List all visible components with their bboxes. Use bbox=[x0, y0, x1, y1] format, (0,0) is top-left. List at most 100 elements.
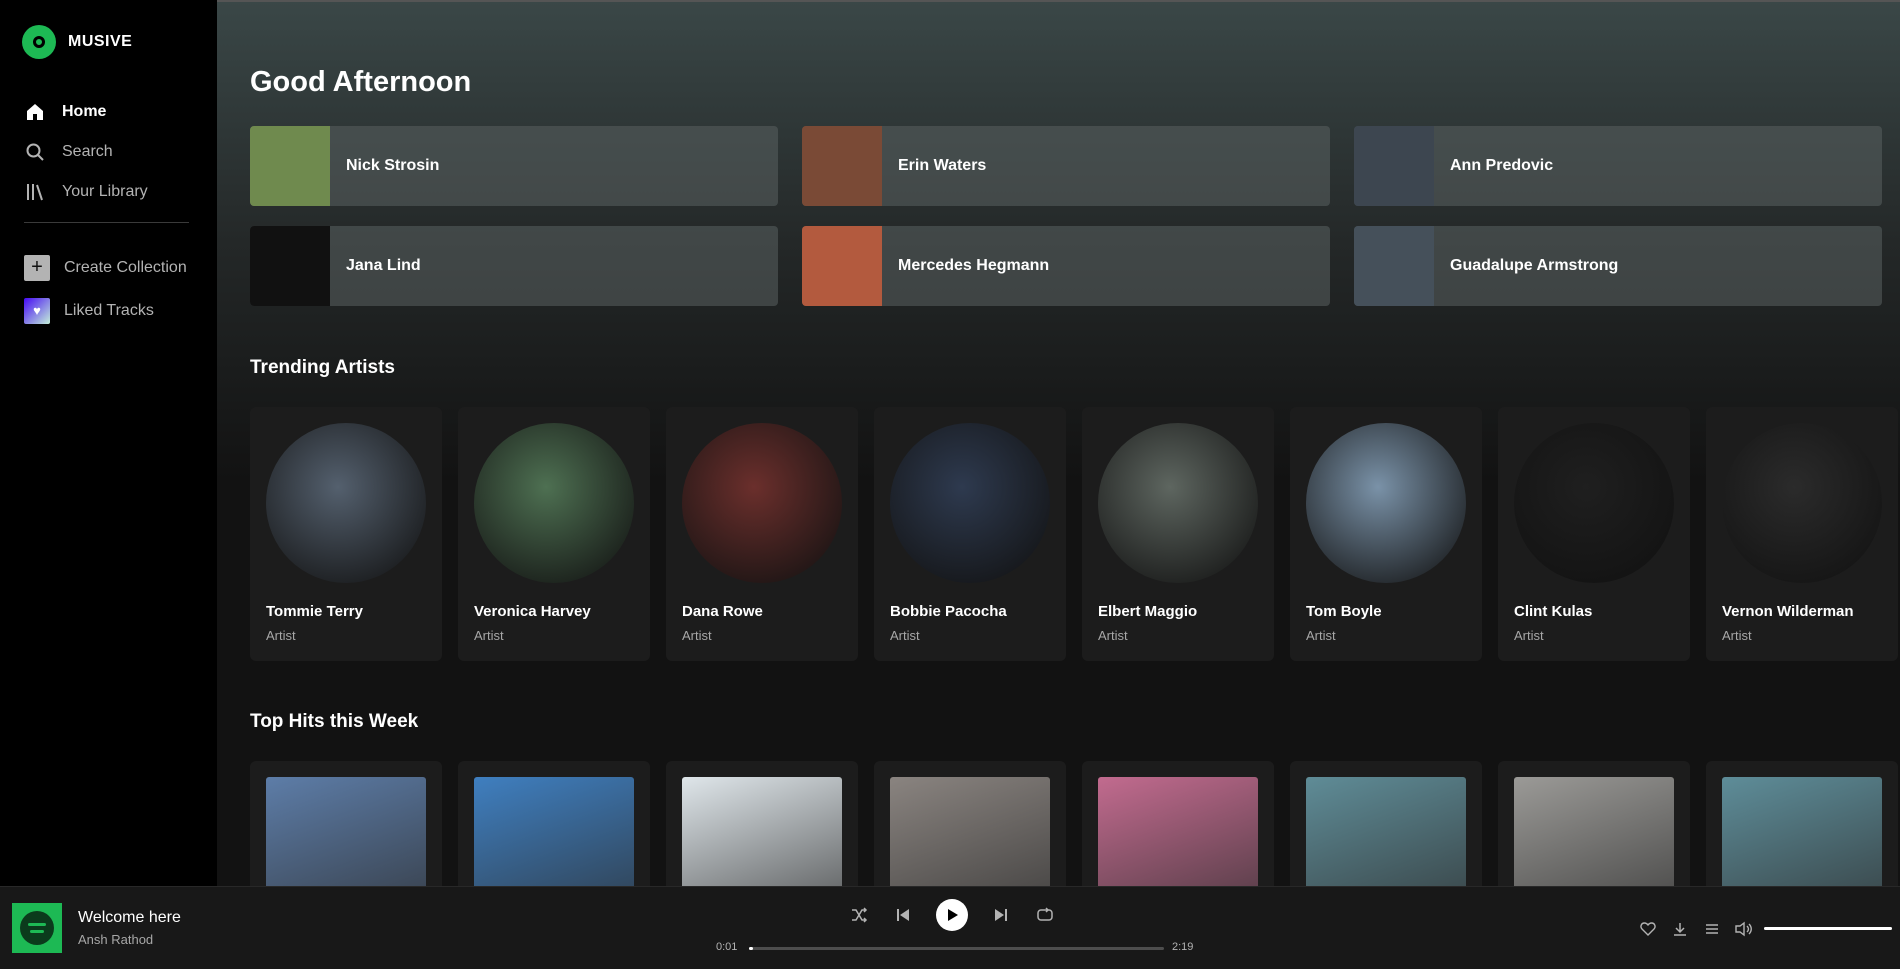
liked-tracks-link[interactable]: ♥ Liked Tracks bbox=[24, 289, 187, 332]
artist-card[interactable]: Clint Kulas Artist bbox=[1498, 407, 1690, 661]
top-hits-row bbox=[250, 761, 1898, 886]
artist-avatar bbox=[266, 423, 426, 583]
top-hit-cover bbox=[474, 777, 634, 886]
home-icon bbox=[24, 101, 46, 123]
playback-controls bbox=[848, 899, 1056, 931]
artist-avatar bbox=[1722, 423, 1882, 583]
artist-name: Tom Boyle bbox=[1306, 603, 1382, 620]
quick-pick-card[interactable]: Jana Lind bbox=[250, 226, 778, 306]
artist-subtitle: Artist bbox=[1722, 628, 1752, 643]
quick-pick-card[interactable]: Erin Waters bbox=[802, 126, 1330, 206]
quick-picks-grid: Nick Strosin Erin Waters Ann Predovic Jana … bbox=[250, 126, 1882, 306]
volume-fill bbox=[1764, 927, 1892, 930]
total-time: 2:19 bbox=[1172, 941, 1194, 953]
artist-card[interactable]: Tom Boyle Artist bbox=[1290, 407, 1482, 661]
quick-pick-card[interactable]: Ann Predovic bbox=[1354, 126, 1882, 206]
quick-pick-name: Guadalupe Armstrong bbox=[1450, 257, 1619, 274]
create-collection-label: Create Collection bbox=[64, 258, 187, 276]
top-hits-title: Top Hits this Week bbox=[250, 711, 419, 732]
now-playing-artist[interactable]: Ansh Rathod bbox=[78, 932, 153, 947]
download-icon[interactable] bbox=[1670, 919, 1690, 939]
player-bar: Welcome here Ansh Rathod 0:01 2:19 bbox=[0, 886, 1900, 969]
previous-icon[interactable] bbox=[892, 904, 914, 926]
top-hit-card[interactable] bbox=[1498, 761, 1690, 886]
play-button[interactable] bbox=[936, 899, 968, 931]
heart-icon[interactable] bbox=[1638, 919, 1658, 939]
top-hit-card[interactable] bbox=[458, 761, 650, 886]
quick-pick-name: Erin Waters bbox=[898, 157, 987, 174]
main-content: Good Afternoon Nick Strosin Erin Waters An… bbox=[217, 0, 1900, 886]
quick-pick-card[interactable]: Guadalupe Armstrong bbox=[1354, 226, 1882, 306]
top-hit-card[interactable] bbox=[874, 761, 1066, 886]
search-icon bbox=[24, 141, 46, 163]
now-playing-title[interactable]: Welcome here bbox=[78, 909, 181, 927]
now-playing-artwork bbox=[12, 903, 62, 953]
plus-icon: + bbox=[24, 254, 50, 281]
top-hit-card[interactable] bbox=[250, 761, 442, 886]
artist-subtitle: Artist bbox=[890, 628, 920, 643]
app-logo[interactable]: MUSIVE bbox=[22, 25, 132, 59]
top-hit-card[interactable] bbox=[1290, 761, 1482, 886]
library-icon bbox=[24, 181, 46, 203]
quick-pick-name: Nick Strosin bbox=[346, 157, 440, 174]
top-hit-cover bbox=[682, 777, 842, 886]
quick-pick-card[interactable]: Mercedes Hegmann bbox=[802, 226, 1330, 306]
artist-avatar bbox=[1514, 423, 1674, 583]
quick-pick-image bbox=[250, 226, 330, 306]
next-icon[interactable] bbox=[990, 904, 1012, 926]
top-hit-cover bbox=[890, 777, 1050, 886]
quick-pick-name: Ann Predovic bbox=[1450, 157, 1554, 174]
top-hit-card[interactable] bbox=[1706, 761, 1898, 886]
create-collection-button[interactable]: + Create Collection bbox=[24, 246, 187, 289]
artist-card[interactable]: Tommie Terry Artist bbox=[250, 407, 442, 661]
top-hit-cover bbox=[1098, 777, 1258, 886]
artist-avatar bbox=[1306, 423, 1466, 583]
quick-pick-image bbox=[1354, 126, 1434, 206]
artist-subtitle: Artist bbox=[1306, 628, 1336, 643]
sidebar-divider bbox=[24, 222, 189, 223]
artist-subtitle: Artist bbox=[1098, 628, 1128, 643]
artist-card[interactable]: Veronica Harvey Artist bbox=[458, 407, 650, 661]
sidebar: MUSIVE Home Search Your Library + Create… bbox=[0, 0, 217, 886]
nav-item-library[interactable]: Your Library bbox=[24, 172, 148, 212]
top-hit-cover bbox=[1306, 777, 1466, 886]
artist-subtitle: Artist bbox=[1514, 628, 1544, 643]
quick-pick-name: Jana Lind bbox=[346, 257, 421, 274]
heart-icon: ♥ bbox=[24, 297, 50, 324]
trending-artists-title: Trending Artists bbox=[250, 357, 395, 378]
trending-artists-row: Tommie Terry Artist Veronica Harvey Artist D… bbox=[250, 407, 1898, 661]
quick-pick-card[interactable]: Nick Strosin bbox=[250, 126, 778, 206]
progress-fill bbox=[749, 947, 754, 950]
repeat-icon[interactable] bbox=[1034, 904, 1056, 926]
app-name: MUSIVE bbox=[68, 33, 133, 50]
top-hit-card[interactable] bbox=[1082, 761, 1274, 886]
volume-slider[interactable] bbox=[1764, 927, 1892, 930]
quick-pick-image bbox=[1354, 226, 1434, 306]
progress-bar[interactable] bbox=[749, 947, 1164, 950]
artist-card[interactable]: Elbert Maggio Artist bbox=[1082, 407, 1274, 661]
artist-card[interactable]: Vernon Wilderman Artist bbox=[1706, 407, 1898, 661]
shuffle-icon[interactable] bbox=[848, 904, 870, 926]
queue-icon[interactable] bbox=[1702, 919, 1722, 939]
top-hit-card[interactable] bbox=[666, 761, 858, 886]
quick-pick-name: Mercedes Hegmann bbox=[898, 257, 1050, 274]
artist-card[interactable]: Bobbie Pacocha Artist bbox=[874, 407, 1066, 661]
top-hit-cover bbox=[1722, 777, 1882, 886]
artist-name: Dana Rowe bbox=[682, 603, 763, 620]
artist-avatar bbox=[474, 423, 634, 583]
sound-logo-icon bbox=[20, 911, 54, 945]
artist-subtitle: Artist bbox=[474, 628, 504, 643]
top-hit-cover bbox=[266, 777, 426, 886]
artist-avatar bbox=[682, 423, 842, 583]
page-title: Good Afternoon bbox=[250, 66, 472, 98]
nav-item-search[interactable]: Search bbox=[24, 132, 148, 172]
artist-name: Veronica Harvey bbox=[474, 603, 591, 620]
artist-name: Tommie Terry bbox=[266, 603, 363, 620]
artist-card[interactable]: Dana Rowe Artist bbox=[666, 407, 858, 661]
nav-item-home[interactable]: Home bbox=[24, 92, 148, 132]
main-nav: Home Search Your Library bbox=[24, 92, 148, 212]
artist-avatar bbox=[890, 423, 1050, 583]
nav-item-label: Your Library bbox=[62, 183, 148, 200]
artist-subtitle: Artist bbox=[266, 628, 296, 643]
volume-icon[interactable] bbox=[1734, 919, 1754, 939]
